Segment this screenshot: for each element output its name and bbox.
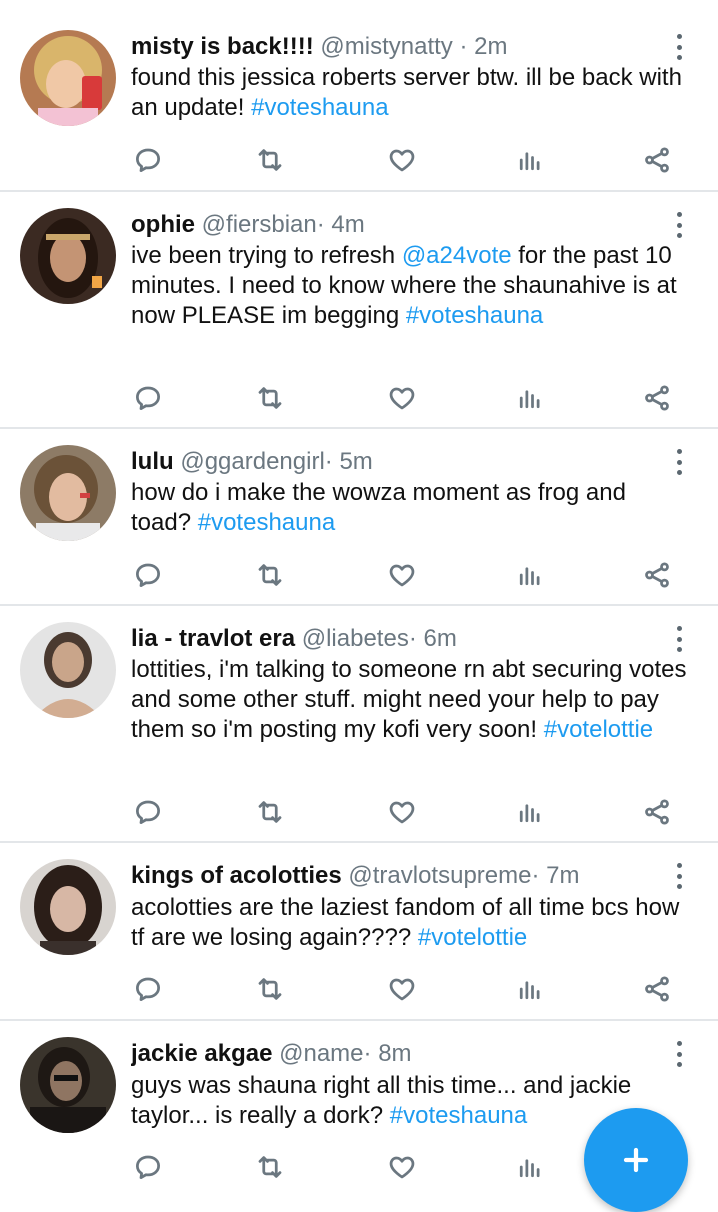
avatar[interactable]: [20, 622, 116, 718]
tweet-text: how do i make the wowza moment as frog a…: [131, 478, 691, 538]
action-bar: [0, 555, 718, 595]
share-icon[interactable]: [637, 969, 677, 1009]
user-handle[interactable]: @mistynatty: [320, 33, 452, 60]
display-name[interactable]: kings of acolotties: [131, 862, 342, 889]
action-bar: [0, 969, 718, 1009]
tweet-text: found this jessica roberts server btw. i…: [131, 63, 691, 123]
reply-icon[interactable]: [128, 378, 168, 418]
tweet[interactable]: lulu @ggardengirl· 5m how do i make the …: [0, 429, 718, 606]
tweet-text: lottities, i'm talking to someone rn abt…: [131, 655, 691, 745]
timestamp: · 6m: [408, 625, 457, 652]
retweet-icon[interactable]: [250, 1147, 290, 1187]
tweet-header: lulu @ggardengirl· 5m: [131, 447, 658, 477]
tweet-header: lia - travlot era @liabetes· 6m: [131, 624, 658, 654]
tweet-text: acolotties are the laziest fandom of all…: [131, 893, 691, 953]
retweet-icon[interactable]: [250, 969, 290, 1009]
action-bar: [0, 792, 718, 832]
more-vertical-icon[interactable]: [674, 863, 684, 889]
display-name[interactable]: misty is back!!!!: [131, 33, 314, 60]
retweet-icon[interactable]: [250, 378, 290, 418]
hashtag[interactable]: #votelottie: [544, 716, 653, 743]
stats-icon[interactable]: [510, 140, 550, 180]
share-icon[interactable]: [637, 555, 677, 595]
hashtag[interactable]: #votelottie: [418, 924, 527, 951]
reply-icon[interactable]: [128, 555, 168, 595]
user-handle[interactable]: @fiersbian: [202, 211, 317, 238]
avatar[interactable]: [20, 208, 116, 304]
more-vertical-icon[interactable]: [674, 449, 684, 475]
stats-icon[interactable]: [510, 555, 550, 595]
user-handle[interactable]: @ggardengirl: [180, 448, 324, 475]
tweet[interactable]: lia - travlot era @liabetes· 6m lottitie…: [0, 606, 718, 843]
stats-icon[interactable]: [510, 969, 550, 1009]
tweet-text: ive been trying to refresh @a24vote for …: [131, 241, 691, 331]
reply-icon[interactable]: [128, 792, 168, 832]
user-handle[interactable]: @liabetes: [302, 625, 409, 652]
hashtag[interactable]: #voteshauna: [198, 509, 335, 536]
retweet-icon[interactable]: [250, 555, 290, 595]
compose-button[interactable]: [584, 1108, 688, 1212]
heart-icon[interactable]: [382, 792, 422, 832]
stats-icon[interactable]: [510, 792, 550, 832]
tweet[interactable]: ophie @fiersbian· 4m ive been trying to …: [0, 192, 718, 429]
more-vertical-icon[interactable]: [674, 1041, 684, 1067]
avatar[interactable]: [20, 1037, 116, 1133]
share-icon[interactable]: [637, 792, 677, 832]
tweet-header: jackie akgae @name· 8m: [131, 1039, 658, 1069]
heart-icon[interactable]: [382, 555, 422, 595]
heart-icon[interactable]: [382, 378, 422, 418]
stats-icon[interactable]: [510, 378, 550, 418]
more-vertical-icon[interactable]: [674, 34, 684, 60]
timestamp: · 8m: [363, 1040, 412, 1067]
plus-icon: [623, 1147, 649, 1173]
reply-icon[interactable]: [128, 969, 168, 1009]
display-name[interactable]: ophie: [131, 211, 195, 238]
timestamp: · 2m: [459, 33, 508, 60]
tweet-text-content: ive been trying to refresh: [131, 242, 402, 269]
tweet[interactable]: kings of acolotties @travlotsupreme· 7m …: [0, 843, 718, 1021]
tweet-text-content: guys was shauna right all this time... a…: [131, 1072, 632, 1129]
tweet-header: ophie @fiersbian· 4m: [131, 210, 658, 240]
display-name[interactable]: jackie akgae: [131, 1040, 272, 1067]
avatar[interactable]: [20, 859, 116, 955]
tweet-header: kings of acolotties @travlotsupreme· 7m: [131, 861, 658, 891]
action-bar: [0, 140, 718, 180]
share-icon[interactable]: [637, 378, 677, 418]
tweet[interactable]: misty is back!!!! @mistynatty · 2m found…: [0, 0, 718, 192]
tweet-text-content: acolotties are the laziest fandom of all…: [131, 894, 680, 951]
avatar[interactable]: [20, 30, 116, 126]
timestamp: · 7m: [531, 862, 580, 889]
display-name[interactable]: lia - travlot era: [131, 625, 295, 652]
hashtag[interactable]: #voteshauna: [251, 94, 388, 121]
timestamp: · 4m: [316, 211, 365, 238]
heart-icon[interactable]: [382, 1147, 422, 1187]
retweet-icon[interactable]: [250, 140, 290, 180]
action-bar: [0, 378, 718, 418]
avatar[interactable]: [20, 445, 116, 541]
heart-icon[interactable]: [382, 140, 422, 180]
more-vertical-icon[interactable]: [674, 212, 684, 238]
user-handle[interactable]: @travlotsupreme: [348, 862, 531, 889]
display-name[interactable]: lulu: [131, 448, 174, 475]
retweet-icon[interactable]: [250, 792, 290, 832]
reply-icon[interactable]: [128, 140, 168, 180]
mention[interactable]: @a24vote: [402, 242, 512, 269]
user-handle[interactable]: @name: [279, 1040, 363, 1067]
stats-icon[interactable]: [510, 1147, 550, 1187]
hashtag[interactable]: #voteshauna: [390, 1102, 527, 1129]
share-icon[interactable]: [637, 140, 677, 180]
reply-icon[interactable]: [128, 1147, 168, 1187]
heart-icon[interactable]: [382, 969, 422, 1009]
hashtag[interactable]: #voteshauna: [406, 302, 543, 329]
tweet-text-content: found this jessica roberts server btw. i…: [131, 64, 682, 121]
timestamp: · 5m: [324, 448, 373, 475]
more-vertical-icon[interactable]: [674, 626, 684, 652]
tweet-header: misty is back!!!! @mistynatty · 2m: [131, 32, 658, 62]
